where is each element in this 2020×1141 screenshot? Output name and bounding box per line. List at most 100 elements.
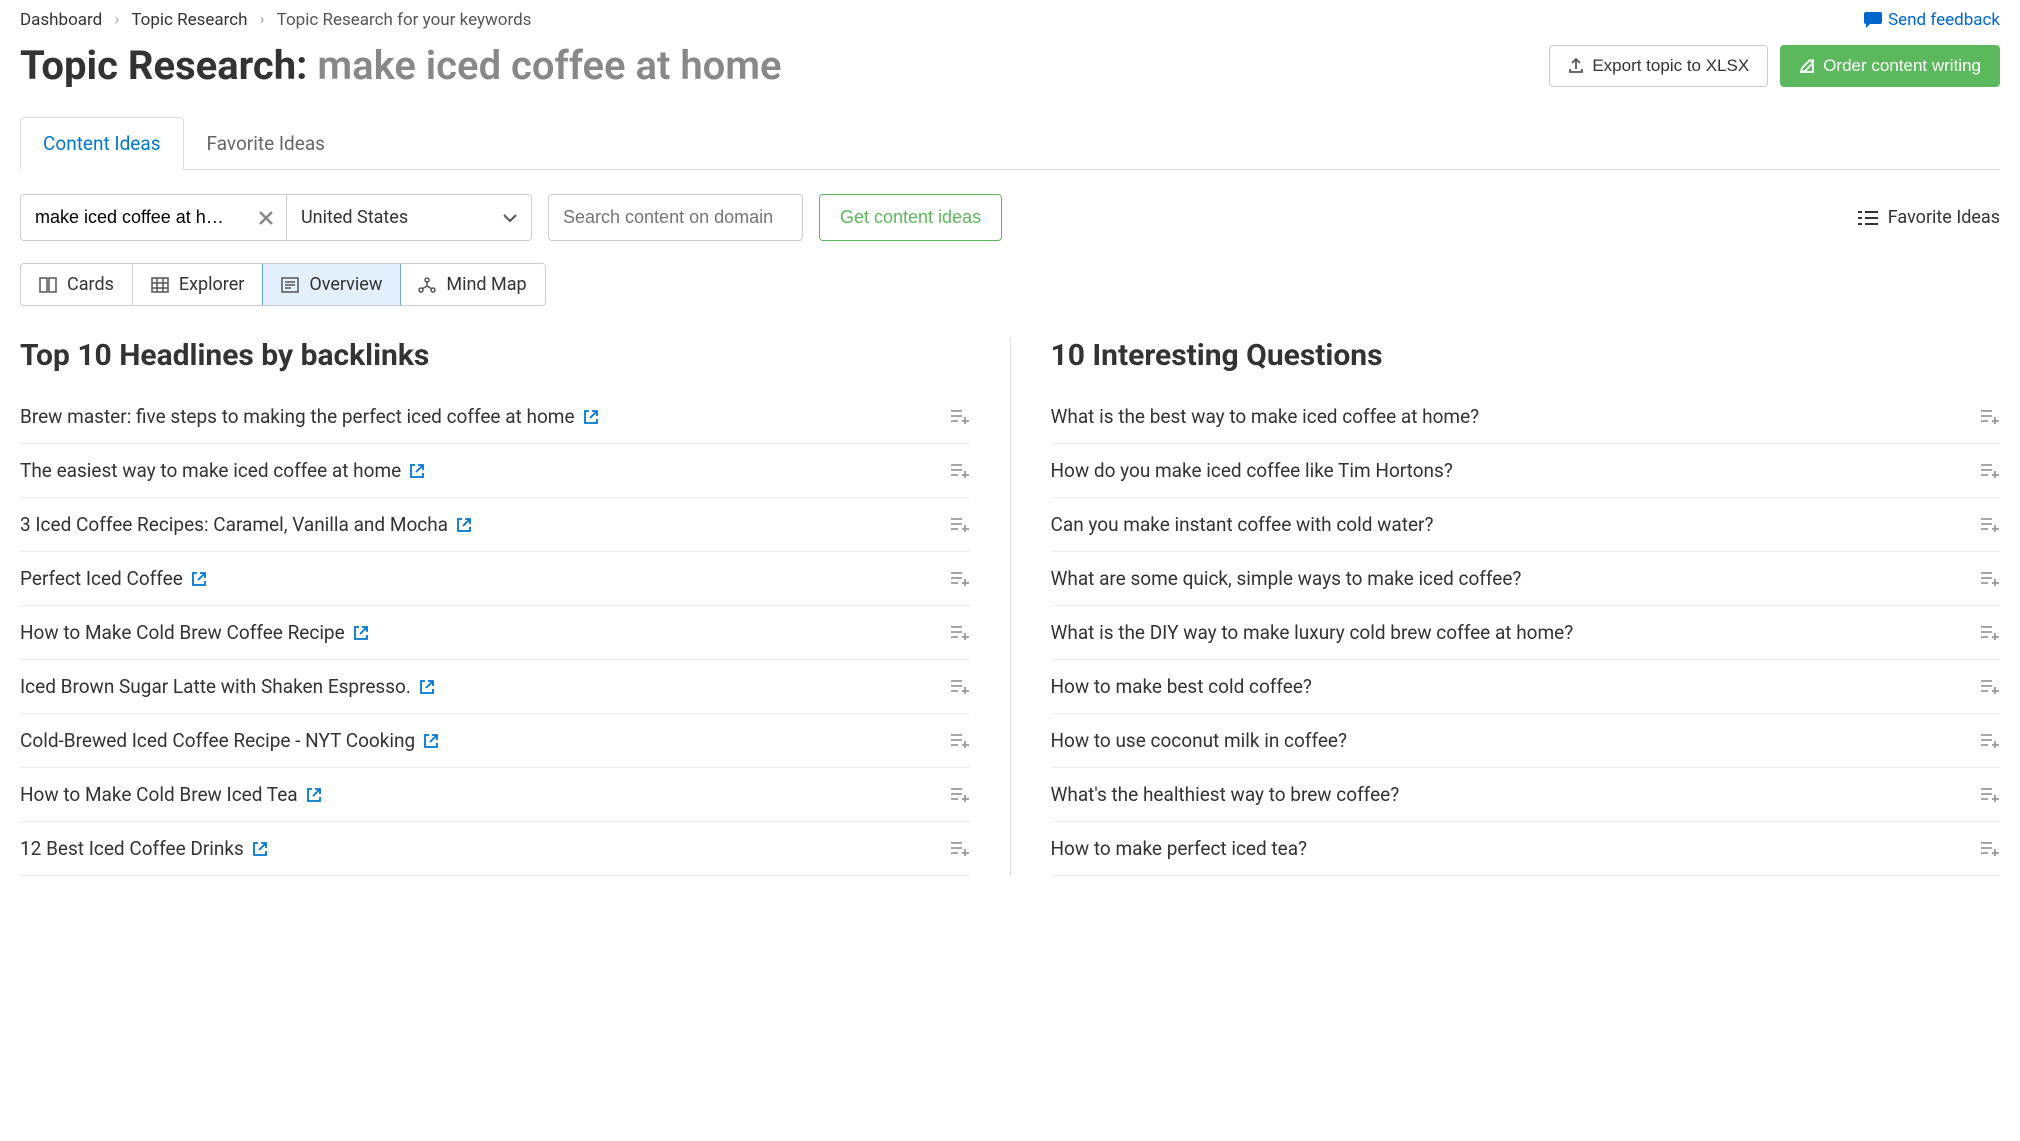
question-row: What's the healthiest way to brew coffee… (1051, 768, 2001, 822)
export-button[interactable]: Export topic to XLSX (1549, 45, 1768, 87)
chevron-down-icon (503, 214, 517, 222)
external-link-icon[interactable] (252, 841, 268, 857)
external-link-icon[interactable] (191, 571, 207, 587)
headline-row: How to Make Cold Brew Coffee Recipe (20, 606, 970, 660)
list-icon (1858, 210, 1878, 226)
add-to-favorites-icon[interactable] (1980, 625, 2000, 641)
question-row: What is the best way to make iced coffee… (1051, 397, 2001, 444)
question-row: How to make perfect iced tea? (1051, 822, 2001, 876)
keyword-input[interactable] (21, 195, 246, 240)
headline-text: The easiest way to make iced coffee at h… (20, 459, 401, 482)
comment-icon (1864, 12, 1882, 28)
external-link-icon[interactable] (409, 463, 425, 479)
table-icon (151, 277, 169, 293)
external-link-icon[interactable] (456, 517, 472, 533)
add-to-favorites-icon[interactable] (950, 463, 970, 479)
add-to-favorites-icon[interactable] (950, 625, 970, 641)
headline-row: How to Make Cold Brew Iced Tea (20, 768, 970, 822)
breadcrumb-current: Topic Research for your keywords (277, 10, 532, 30)
headline-text: Cold-Brewed Iced Coffee Recipe - NYT Coo… (20, 729, 415, 752)
add-to-favorites-icon[interactable] (1980, 841, 2000, 857)
question-row: How to make best cold coffee? (1051, 660, 2001, 714)
add-to-favorites-icon[interactable] (1980, 787, 2000, 803)
chevron-right-icon: › (114, 10, 119, 30)
add-to-favorites-icon[interactable] (950, 517, 970, 533)
upload-icon (1568, 58, 1584, 74)
mindmap-icon (418, 277, 436, 293)
headline-row: Brew master: five steps to making the pe… (20, 397, 970, 444)
add-to-favorites-icon[interactable] (1980, 517, 2000, 533)
cards-icon (39, 277, 57, 293)
page-title: Topic Research: make iced coffee at home (20, 42, 782, 89)
question-row: How to use coconut milk in coffee? (1051, 714, 2001, 768)
clear-keyword-button[interactable] (246, 195, 286, 240)
add-to-favorites-icon[interactable] (950, 679, 970, 695)
headline-row: 12 Best Iced Coffee Drinks (20, 822, 970, 876)
question-text: How do you make iced coffee like Tim Hor… (1051, 459, 1453, 482)
view-tab-mindmap[interactable]: Mind Map (400, 264, 544, 305)
headline-row: Iced Brown Sugar Latte with Shaken Espre… (20, 660, 970, 714)
question-text: What is the DIY way to make luxury cold … (1051, 621, 1574, 644)
add-to-favorites-icon[interactable] (950, 787, 970, 803)
add-to-favorites-icon[interactable] (1980, 571, 2000, 587)
external-link-icon[interactable] (423, 733, 439, 749)
headline-text: Iced Brown Sugar Latte with Shaken Espre… (20, 675, 411, 698)
chevron-right-icon: › (260, 10, 265, 30)
external-link-icon[interactable] (583, 409, 599, 425)
external-link-icon[interactable] (306, 787, 322, 803)
headline-row: Cold-Brewed Iced Coffee Recipe - NYT Coo… (20, 714, 970, 768)
add-to-favorites-icon[interactable] (1980, 409, 2000, 425)
headline-row: The easiest way to make iced coffee at h… (20, 444, 970, 498)
view-tab-overview[interactable]: Overview (262, 263, 401, 306)
headline-text: Brew master: five steps to making the pe… (20, 405, 575, 428)
breadcrumb-topic-research[interactable]: Topic Research (131, 10, 247, 30)
headlines-title: Top 10 Headlines by backlinks (20, 338, 970, 373)
domain-search-input[interactable] (548, 194, 803, 241)
close-icon (258, 210, 274, 226)
question-row: What is the DIY way to make luxury cold … (1051, 606, 2001, 660)
question-text: What is the best way to make iced coffee… (1051, 405, 1480, 428)
question-row: Can you make instant coffee with cold wa… (1051, 498, 2001, 552)
tab-favorite-ideas[interactable]: Favorite Ideas (184, 117, 348, 170)
questions-column: 10 Interesting Questions What is the bes… (1010, 338, 2001, 876)
question-text: What are some quick, simple ways to make… (1051, 567, 1522, 590)
add-to-favorites-icon[interactable] (950, 733, 970, 749)
question-row: How do you make iced coffee like Tim Hor… (1051, 444, 2001, 498)
question-text: What's the healthiest way to brew coffee… (1051, 783, 1400, 806)
headline-text: How to Make Cold Brew Iced Tea (20, 783, 298, 806)
add-to-favorites-icon[interactable] (950, 841, 970, 857)
question-text: How to make best cold coffee? (1051, 675, 1312, 698)
order-content-button[interactable]: Order content writing (1780, 45, 2000, 87)
breadcrumb-dashboard[interactable]: Dashboard (20, 10, 102, 30)
headline-text: How to Make Cold Brew Coffee Recipe (20, 621, 345, 644)
headline-text: 12 Best Iced Coffee Drinks (20, 837, 244, 860)
view-tab-cards[interactable]: Cards (21, 264, 133, 305)
tab-content-ideas[interactable]: Content Ideas (20, 117, 184, 170)
view-tab-explorer[interactable]: Explorer (133, 264, 264, 305)
headline-row: 3 Iced Coffee Recipes: Caramel, Vanilla … (20, 498, 970, 552)
view-tabs: Cards Explorer Overview Mind Map (20, 263, 546, 306)
question-text: Can you make instant coffee with cold wa… (1051, 513, 1434, 536)
headlines-column: Top 10 Headlines by backlinks Brew maste… (20, 338, 1010, 876)
add-to-favorites-icon[interactable] (1980, 463, 2000, 479)
add-to-favorites-icon[interactable] (950, 409, 970, 425)
headline-row: Perfect Iced Coffee (20, 552, 970, 606)
external-link-icon[interactable] (419, 679, 435, 695)
headline-text: 3 Iced Coffee Recipes: Caramel, Vanilla … (20, 513, 448, 536)
edit-icon (1799, 58, 1815, 74)
add-to-favorites-icon[interactable] (950, 571, 970, 587)
country-select[interactable]: United States (286, 195, 531, 240)
send-feedback-link[interactable]: Send feedback (1864, 10, 2000, 30)
breadcrumb: Dashboard › Topic Research › Topic Resea… (20, 10, 531, 30)
add-to-favorites-icon[interactable] (1980, 733, 2000, 749)
add-to-favorites-icon[interactable] (1980, 679, 2000, 695)
headline-text: Perfect Iced Coffee (20, 567, 183, 590)
question-text: How to make perfect iced tea? (1051, 837, 1308, 860)
external-link-icon[interactable] (353, 625, 369, 641)
favorite-ideas-link[interactable]: Favorite Ideas (1858, 207, 2000, 228)
keyword-country-group: United States (20, 194, 532, 241)
question-text: How to use coconut milk in coffee? (1051, 729, 1347, 752)
questions-title: 10 Interesting Questions (1051, 338, 2001, 373)
get-content-ideas-button[interactable]: Get content ideas (819, 194, 1002, 241)
main-tabs: Content Ideas Favorite Ideas (20, 117, 2000, 170)
